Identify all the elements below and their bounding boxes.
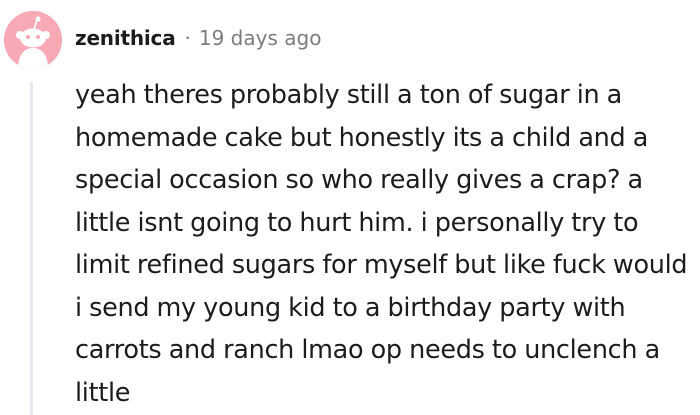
comment: zenithica · 19 days ago yeah theres prob… <box>0 0 700 415</box>
author-username[interactable]: zenithica <box>75 26 176 50</box>
thread-line[interactable] <box>30 82 33 415</box>
comment-timestamp[interactable]: 19 days ago <box>199 26 322 50</box>
snoo-avatar-icon <box>4 11 62 69</box>
meta-separator: · <box>184 26 191 50</box>
comment-body: yeah theres probably still a ton of suga… <box>75 80 688 408</box>
comment-meta: zenithica · 19 days ago <box>75 23 321 53</box>
avatar[interactable] <box>4 11 62 69</box>
